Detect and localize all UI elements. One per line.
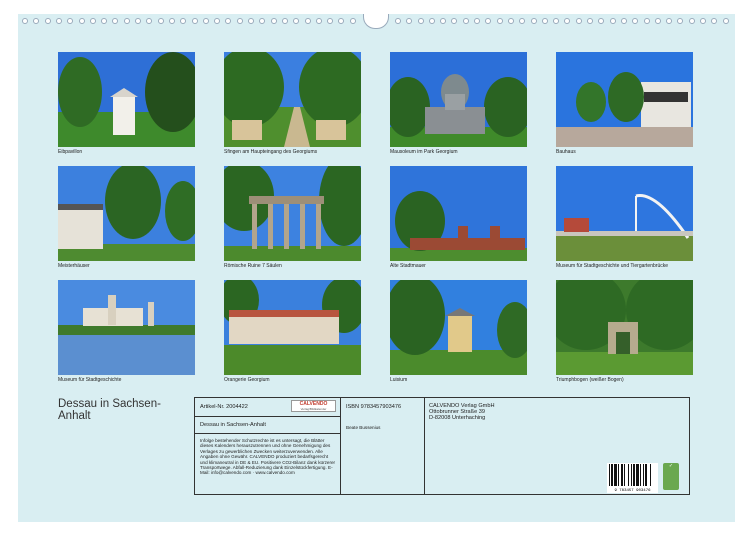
- photo-caption: Museum für Stadtgeschichte: [58, 377, 122, 383]
- info-box-middle: [340, 397, 425, 495]
- barcode: 9 783457 903476: [607, 463, 658, 493]
- article-number: Artikel-Nr. 2004422: [200, 404, 248, 410]
- isbn: ISBN 9783457903476: [346, 404, 402, 410]
- photo-triumphbogen: [556, 280, 693, 375]
- binding-hole: [270, 18, 277, 24]
- binding-hole: [688, 18, 695, 24]
- binding-hole: [711, 18, 718, 24]
- binding-hole: [248, 18, 254, 24]
- binding-hole: [462, 18, 469, 24]
- binding-hole: [191, 18, 198, 24]
- binding-hole: [89, 18, 96, 24]
- photo-luisium: [390, 280, 527, 375]
- info-title: Dessau in Sachsen-Anhalt: [200, 422, 266, 428]
- photo-museum-stadtgeschichte: [58, 280, 195, 375]
- binding-hole: [293, 18, 300, 24]
- publisher-city: D-82008 Unterhaching: [429, 415, 486, 421]
- binding-hole: [214, 18, 221, 24]
- legal-text: Infolge bestehender Schutzrechte ist es …: [200, 438, 336, 476]
- photo-caption: Mausoleum im Park Georgium: [390, 149, 458, 155]
- photo-caption: Eibpavillon: [58, 149, 83, 155]
- binding-hole: [564, 18, 571, 24]
- photo-mausoleum: [390, 52, 527, 147]
- barcode-number: 9 783457 903476: [614, 489, 651, 493]
- photo-meisterhaeuser: [58, 166, 195, 261]
- binding-hole: [440, 18, 447, 24]
- binding-hole: [78, 18, 85, 24]
- binding-hole: [609, 18, 616, 24]
- binding-hole: [281, 18, 288, 24]
- photo-caption: Museum für Stadtgeschichte und Tiergarte…: [556, 263, 669, 269]
- binding-hole: [202, 18, 209, 24]
- photo-caption: Römische Ruine 7 Säulen: [224, 263, 282, 269]
- photo-sfingen: [224, 52, 361, 147]
- photo-tiergartenbruecke: [556, 166, 693, 261]
- fsc-logo: ✓: [663, 463, 679, 490]
- binding-hole: [541, 18, 548, 24]
- binding-hole: [677, 18, 684, 24]
- binding-hole: [632, 18, 639, 24]
- binding-hole: [474, 18, 480, 24]
- binding-hole: [180, 18, 187, 24]
- photo-caption: Meisterhäuser: [58, 263, 90, 269]
- binding-hole: [44, 18, 51, 24]
- binding-hole: [654, 18, 661, 24]
- photo-caption: Sfingen am Haupteingang des Georgiums: [224, 149, 318, 155]
- author: Beate Bussenius: [346, 425, 381, 430]
- binding-hole: [304, 18, 311, 24]
- binding-hole: [236, 18, 243, 24]
- binding-hole: [553, 18, 560, 24]
- binding-hole: [394, 18, 401, 24]
- binding-hole: [112, 18, 119, 24]
- binding-hole: [157, 18, 164, 24]
- photo-eibpavillon: [58, 52, 195, 147]
- binding-hole: [417, 18, 424, 24]
- binding-hole: [587, 18, 593, 24]
- binding-hole: [168, 18, 175, 24]
- binding-hole: [428, 18, 435, 24]
- binding-hole: [530, 18, 537, 24]
- binding-hole: [722, 18, 729, 24]
- binding-hole: [225, 18, 232, 24]
- binding-hole: [620, 18, 627, 24]
- photo-orangerie: [224, 280, 361, 375]
- binding-hole: [507, 18, 514, 24]
- binding-hole: [327, 18, 334, 24]
- photo-caption: Luisium: [390, 377, 408, 383]
- photo-stadtmauer: [390, 166, 527, 261]
- binding-hole: [451, 18, 458, 24]
- binding-hole: [55, 18, 62, 24]
- binding-hole: [643, 18, 650, 24]
- binding-hole: [406, 18, 413, 24]
- binding-hole: [135, 18, 141, 24]
- binding-hole: [123, 18, 130, 24]
- binding-hole: [598, 18, 605, 24]
- binding-hole: [22, 18, 28, 24]
- calendar-title: Dessau in Sachsen-Anhalt: [58, 398, 161, 422]
- binding-hole: [700, 18, 706, 24]
- binding-hole: [315, 18, 322, 24]
- binding-hole: [519, 18, 526, 24]
- binding-hole: [666, 18, 673, 24]
- binding-hole: [575, 18, 582, 24]
- binding-hole: [349, 18, 356, 24]
- photo-caption: Orangerie Georgium: [224, 377, 270, 383]
- photo-caption: Bauhaus: [556, 149, 576, 155]
- binding-hole: [67, 18, 74, 24]
- binding-hole: [485, 18, 492, 24]
- photo-roemische-ruine: [224, 166, 361, 261]
- binding-hole: [259, 18, 266, 24]
- binding-hole: [101, 18, 108, 24]
- binding-hole: [33, 18, 40, 24]
- photo-caption: Alte Stadtmauer: [390, 263, 426, 269]
- photo-bauhaus: [556, 52, 693, 147]
- binding-hole: [496, 18, 503, 24]
- photo-caption: Triumphbogen (weißer Bogen): [556, 377, 624, 383]
- binding-hole: [146, 18, 153, 24]
- binding-hole: [338, 18, 345, 24]
- calvendo-logo: CALVENDO Verlag/Bildkalender: [291, 400, 336, 412]
